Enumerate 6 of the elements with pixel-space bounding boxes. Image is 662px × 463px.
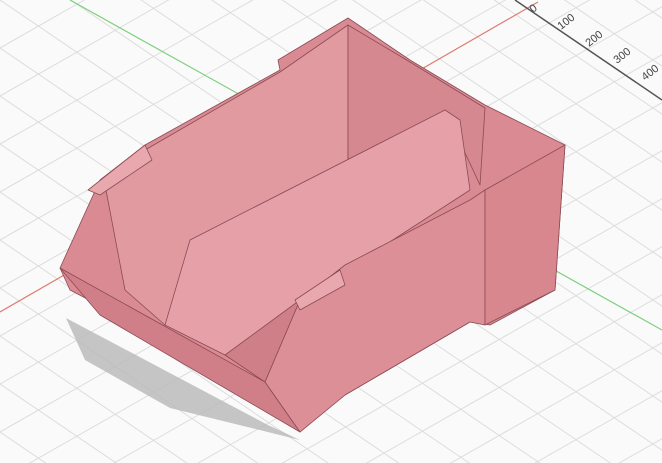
ruler-label: 0 [527,2,540,16]
ruler-label: 200 [583,28,606,50]
ruler-label: 400 [639,62,662,84]
3d-viewport[interactable]: 0 100 200 300 400 [0,0,662,463]
ruler-label: 300 [611,46,634,66]
ruler-label: 100 [555,12,578,32]
